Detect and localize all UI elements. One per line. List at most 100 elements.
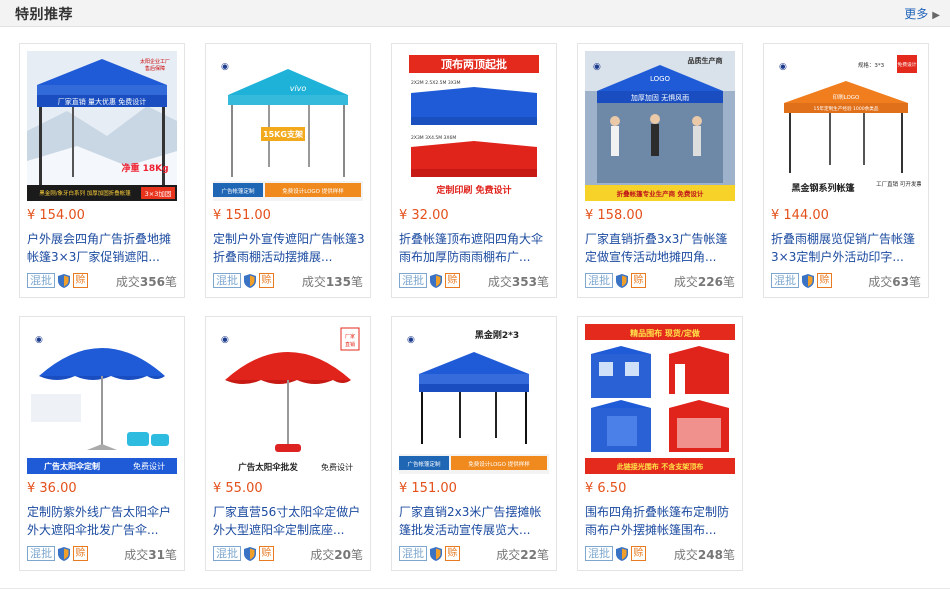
product-image-art: 品质生产商 ◉ LOGO 加厚加固 无惧风雨折叠帐篷专业生产商 免费设计 (585, 51, 735, 201)
mixed-batch-badge[interactable]: 混批 (585, 546, 613, 561)
sales-count: 成交135笔 (302, 273, 363, 290)
svg-text:免费设计LOGO 提供样样: 免费设计LOGO 提供样样 (468, 460, 530, 468)
sales-count: 成交20笔 (310, 546, 363, 563)
sales-prefix: 成交 (310, 548, 335, 562)
product-price: ¥ 6.50 (585, 481, 627, 496)
svg-text:广告帐篷定制: 广告帐篷定制 (407, 460, 441, 468)
product-title-link[interactable]: 定制防紫外线广告太阳伞户外大遮阳伞批发广告伞... (27, 503, 179, 539)
section-title: 特别推荐 (15, 7, 73, 23)
sales-count: 成交248笔 (674, 546, 735, 563)
credit-badge[interactable]: 赊 (259, 273, 274, 288)
shield-icon[interactable] (430, 546, 442, 561)
product-card[interactable]: ◉ vivo 15KG支架 广告帐篷定制 免费设计LOGO 提供样样 ¥ 151.00 定制… (205, 43, 371, 298)
svg-text:此链接光围布 不含支架顶布: 此链接光围布 不含支架顶布 (617, 462, 703, 471)
shield-icon[interactable] (802, 273, 814, 288)
product-title-link[interactable]: 围布四角折叠帐篷布定制防雨布户外摆摊帐篷围布... (585, 503, 737, 539)
sales-prefix: 成交 (868, 275, 893, 289)
product-card[interactable]: 品质生产商 ◉ LOGO 加厚加固 无惧风雨 折叠帐篷专业生产商 免费设计 ¥ 158.0… (577, 43, 743, 298)
product-image[interactable]: 顶布两顶起批 2X2M 2.5X2.5M 3X3M 2X3M 3X4.5M 3X6M… (399, 51, 549, 201)
mixed-batch-badge[interactable]: 混批 (213, 546, 241, 561)
credit-badge[interactable]: 赊 (817, 273, 832, 288)
shield-icon[interactable] (244, 546, 256, 561)
product-image-art: 精品围布 现货/定做此链接光围布 不含支架顶布 (585, 324, 735, 474)
credit-badge[interactable]: 赊 (259, 546, 274, 561)
product-image-art: 顶布两顶起批 2X2M 2.5X2.5M 3X3M 2X3M 3X4.5M 3X6M… (399, 51, 549, 201)
product-image[interactable]: ◉ 广告太阳伞定制 免费设计 (27, 324, 177, 474)
svg-text:3×3加固: 3×3加固 (145, 189, 172, 198)
svg-text:品质生产商: 品质生产商 (688, 56, 723, 65)
product-card[interactable]: 精品围布 现货/定做此链接光围布 不含支架顶布 ¥ 6.50 围布四角折叠帐篷布定制… (577, 316, 743, 571)
svg-text:直销: 直销 (345, 341, 355, 348)
product-image[interactable]: 品质生产商 ◉ LOGO 加厚加固 无惧风雨 折叠帐篷专业生产商 免费设计 (585, 51, 735, 201)
product-price: ¥ 36.00 (27, 481, 77, 496)
sales-count: 成交226笔 (674, 273, 735, 290)
product-image[interactable]: ◉ 规格：3*3 免费设计 印刷LOGO 15年定制生产经验 1000余类品 黑金钢系列帐… (771, 51, 921, 201)
svg-text:加厚加固 无惧风雨: 加厚加固 无惧风雨 (631, 93, 689, 102)
mixed-batch-badge[interactable]: 混批 (585, 273, 613, 288)
product-image[interactable]: ◉ 厂家 直销 广告太阳伞批发 免费设计 (213, 324, 363, 474)
credit-badge[interactable]: 赊 (73, 273, 88, 288)
product-title-link[interactable]: 折叠雨棚展览促销广告帐篷3×3定制户外活动印字... (771, 230, 923, 266)
sales-suffix: 笔 (908, 275, 921, 289)
product-price: ¥ 151.00 (399, 481, 457, 496)
product-title-link[interactable]: 折叠帐篷顶布遮阳四角大伞雨布加厚防雨雨棚布广... (399, 230, 551, 266)
shield-icon[interactable] (244, 273, 256, 288)
product-card[interactable]: ◉ 黑金刚2*3 广告帐篷定制 免费设计LOGO 提供样样 ¥ 151.00 厂家直销2x… (391, 316, 557, 571)
credit-badge[interactable]: 赊 (445, 273, 460, 288)
mixed-batch-badge[interactable]: 混批 (213, 273, 241, 288)
svg-text:顶布两顶起批: 顶布两顶起批 (441, 57, 507, 71)
svg-text:15KG支架: 15KG支架 (263, 129, 303, 139)
sales-prefix: 成交 (487, 275, 512, 289)
product-title-link[interactable]: 户外展会四角广告折叠地摊帐篷3×3厂家促销遮阳... (27, 230, 179, 266)
mixed-batch-badge[interactable]: 混批 (399, 546, 427, 561)
shield-icon[interactable] (58, 546, 70, 561)
mixed-batch-badge[interactable]: 混批 (27, 546, 55, 561)
product-tags: 混批 赊 (27, 546, 88, 562)
more-link[interactable]: 更多 ▶ (904, 5, 940, 22)
product-title-link[interactable]: 厂家直销2x3米广告摆摊帐篷批发活动宣传展览大... (399, 503, 551, 539)
svg-text:◉: ◉ (221, 62, 229, 72)
sales-count: 成交31笔 (124, 546, 177, 563)
mixed-batch-badge[interactable]: 混批 (771, 273, 799, 288)
product-card[interactable]: ◉ 厂家 直销 广告太阳伞批发 免费设计 ¥ 55.00 厂家直营56寸太阳伞定做户外大型遮… (205, 316, 371, 571)
credit-badge[interactable]: 赊 (631, 273, 646, 288)
product-image[interactable]: ◉ vivo 15KG支架 广告帐篷定制 免费设计LOGO 提供样样 (213, 51, 363, 201)
sales-count: 成交353笔 (488, 273, 549, 290)
svg-text:广告太阳伞定制: 广告太阳伞定制 (44, 461, 100, 471)
sales-suffix: 笔 (350, 275, 363, 289)
product-image[interactable]: 厂家直销 量大优惠 免费设计 太阳企业工厂 售后保障 净重 18Kg 黑金刚/象牙白系列… (27, 51, 177, 201)
shield-icon[interactable] (58, 273, 70, 288)
product-price: ¥ 32.00 (399, 208, 449, 223)
svg-text:◉: ◉ (221, 335, 229, 345)
svg-text:黑金刚2*3: 黑金刚2*3 (475, 329, 519, 341)
svg-text:精品围布 现货/定做: 精品围布 现货/定做 (630, 328, 700, 338)
mixed-batch-badge[interactable]: 混批 (27, 273, 55, 288)
product-card[interactable]: ◉ 广告太阳伞定制 免费设计 ¥ 36.00 定制防紫外线广告太阳伞户外大遮阳伞批发广告… (19, 316, 185, 571)
product-image-art: ◉ 广告太阳伞定制 免费设计 (27, 324, 177, 474)
svg-text:15年定制生产经验 1000余类品: 15年定制生产经验 1000余类品 (814, 105, 879, 112)
product-title-link[interactable]: 厂家直销折叠3x3广告帐篷定做宣传活动地摊四角... (585, 230, 737, 266)
product-image[interactable]: ◉ 黑金刚2*3 广告帐篷定制 免费设计LOGO 提供样样 (399, 324, 549, 474)
credit-badge[interactable]: 赊 (631, 546, 646, 561)
product-image-art: ◉ 厂家直销广告太阳伞批发 免费设计 (213, 324, 363, 474)
mixed-batch-badge[interactable]: 混批 (399, 273, 427, 288)
shield-icon[interactable] (616, 546, 628, 561)
shield-icon[interactable] (430, 273, 442, 288)
sales-prefix: 成交 (496, 548, 521, 562)
product-title-link[interactable]: 厂家直营56寸太阳伞定做户外大型遮阳伞定制底座... (213, 503, 365, 539)
product-title-link[interactable]: 定制户外宣传遮阳广告帐篷3折叠雨棚活动摆摊展... (213, 230, 365, 266)
svg-text:太阳企业工厂: 太阳企业工厂 (140, 58, 170, 65)
product-image[interactable]: 精品围布 现货/定做此链接光围布 不含支架顶布 (585, 324, 735, 474)
credit-badge[interactable]: 赊 (445, 546, 460, 561)
svg-text:2X3M 3X4.5M 3X6M: 2X3M 3X4.5M 3X6M (411, 135, 456, 141)
sales-number: 226 (697, 275, 723, 289)
product-image-art: ◉ 规格：3*3 免费设计印刷LOGO 15年定制生产经验 1000余类品黑金钢系列帐… (771, 51, 921, 201)
svg-text:免费设计: 免费设计 (321, 462, 353, 472)
product-card[interactable]: ◉ 规格：3*3 免费设计 印刷LOGO 15年定制生产经验 1000余类品 黑金钢系列帐… (763, 43, 929, 298)
credit-badge[interactable]: 赊 (73, 546, 88, 561)
sales-prefix: 成交 (115, 275, 140, 289)
section-header: 特别推荐 更多 ▶ (0, 0, 950, 27)
product-card[interactable]: 顶布两顶起批 2X2M 2.5X2.5M 3X3M 2X3M 3X4.5M 3X6M… (391, 43, 557, 298)
shield-icon[interactable] (616, 273, 628, 288)
product-card[interactable]: 厂家直销 量大优惠 免费设计 太阳企业工厂 售后保障 净重 18Kg 黑金刚/象牙白系列… (19, 43, 185, 298)
